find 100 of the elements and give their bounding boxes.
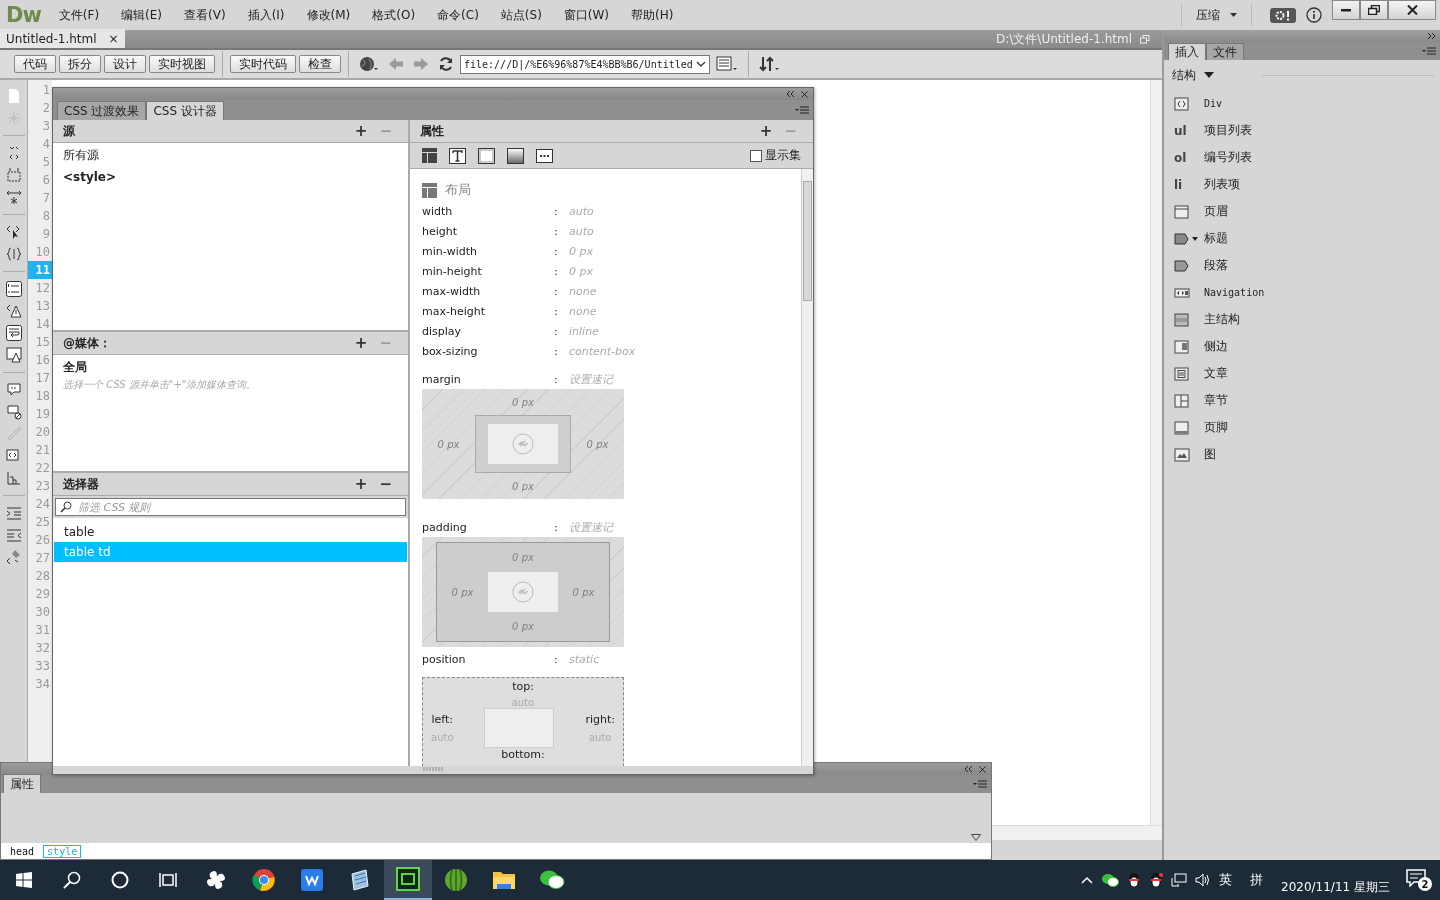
insert-item[interactable]: 页脚: [1164, 414, 1440, 441]
minimize-button[interactable]: [1332, 0, 1360, 20]
menu-item[interactable]: 编辑(E): [121, 6, 163, 24]
star-icon[interactable]: [5, 110, 22, 126]
add-button[interactable]: +: [348, 477, 374, 491]
add-button[interactable]: +: [753, 124, 779, 138]
gear-alert-button[interactable]: [1270, 7, 1296, 23]
background-icon[interactable]: [507, 147, 524, 164]
expand-icon[interactable]: [5, 189, 22, 205]
notepad-icon[interactable]: [348, 868, 372, 892]
folder-icon[interactable]: [492, 869, 516, 891]
menu-item[interactable]: 命令(C): [437, 6, 479, 24]
insert-item[interactable]: ul 项目列表: [1164, 117, 1440, 144]
penguin-icon[interactable]: [1149, 872, 1163, 888]
resize-grip-icon[interactable]: [423, 766, 443, 772]
chat-icon[interactable]: [539, 869, 565, 891]
comment-icon[interactable]: [5, 382, 22, 398]
more-icon[interactable]: [536, 148, 553, 163]
close-icon[interactable]: [801, 90, 808, 98]
pinwheel-icon[interactable]: [205, 869, 227, 891]
remove-comment-icon[interactable]: [5, 404, 22, 420]
network-icon[interactable]: [1171, 873, 1187, 887]
snippet-icon[interactable]: [5, 448, 22, 464]
view-button[interactable]: 设计: [104, 55, 146, 73]
view-button[interactable]: 拆分: [59, 55, 101, 73]
toolbar-button[interactable]: 实时代码: [230, 55, 296, 73]
menu-item[interactable]: 站点(S): [500, 6, 542, 24]
address-field[interactable]: file:///D|/%E6%96%87%E4%BB%B6/Untitled: [460, 54, 710, 74]
line-numbers-icon[interactable]: [5, 281, 22, 297]
category-dropdown[interactable]: 结构: [1172, 66, 1214, 84]
square-frame-icon[interactable]: [396, 867, 420, 891]
tag-selector-item[interactable]: head: [7, 845, 38, 857]
panel-tab[interactable]: 文件: [1206, 43, 1244, 60]
close-icon[interactable]: [979, 765, 986, 773]
border-icon[interactable]: [478, 147, 495, 164]
insert-item[interactable]: li 列表项: [1164, 171, 1440, 198]
source-item[interactable]: <style>: [63, 170, 398, 184]
panel-tab[interactable]: CSS 设计器: [146, 101, 224, 120]
add-button[interactable]: +: [348, 336, 374, 350]
collapse-icon[interactable]: [965, 766, 973, 772]
restore-icon[interactable]: [1140, 34, 1150, 44]
insert-item[interactable]: 段落: [1164, 252, 1440, 279]
chevron-up-icon[interactable]: [1081, 876, 1093, 884]
vertical-scrollbar[interactable]: [1150, 80, 1162, 825]
select-tag-icon[interactable]: [5, 224, 22, 240]
format-icon[interactable]: [5, 549, 22, 565]
source-item[interactable]: 所有源: [63, 147, 398, 164]
circle-icon[interactable]: [111, 871, 129, 889]
insert-item[interactable]: 标题: [1164, 225, 1440, 252]
view-button[interactable]: 实时视图: [149, 55, 215, 73]
collapse-icon[interactable]: [1428, 33, 1436, 39]
insert-item[interactable]: 文章: [1164, 360, 1440, 387]
insert-item[interactable]: 侧边: [1164, 333, 1440, 360]
info-button[interactable]: [1306, 7, 1322, 23]
chat-icon[interactable]: [1101, 872, 1119, 888]
insert-item[interactable]: 图: [1164, 441, 1440, 468]
braces-icon[interactable]: [5, 246, 22, 262]
selector-item[interactable]: table: [54, 522, 407, 542]
volume-icon[interactable]: [1195, 873, 1211, 887]
outdent-icon[interactable]: [5, 527, 22, 543]
preview-warning-icon[interactable]: [5, 347, 22, 363]
insert-item[interactable]: 主结构: [1164, 306, 1440, 333]
panel-tab[interactable]: 插入: [1168, 43, 1206, 60]
view-button[interactable]: 代码: [14, 55, 56, 73]
menu-item[interactable]: 修改(M): [306, 6, 351, 24]
checkbox-label[interactable]: 显示集: [765, 147, 801, 164]
input-mode[interactable]: 拼: [1250, 871, 1263, 889]
chart-tool-icon[interactable]: [5, 470, 22, 486]
text-icon[interactable]: [449, 147, 466, 164]
layout-icon[interactable]: [422, 148, 437, 163]
vertical-scrollbar[interactable]: [801, 169, 813, 766]
dashed-box-icon[interactable]: [5, 167, 22, 183]
document-tab[interactable]: Untitled-1.html ×: [0, 29, 125, 48]
menu-item[interactable]: 帮助(H): [631, 6, 674, 24]
task-view-icon[interactable]: [159, 872, 177, 888]
restore-button[interactable]: [1360, 0, 1388, 20]
remove-button[interactable]: −: [373, 477, 398, 491]
windows-start-icon[interactable]: [16, 872, 32, 888]
browser-icon[interactable]: [252, 868, 276, 892]
horizontal-scrollbar[interactable]: [992, 825, 1162, 840]
insert-item[interactable]: ol 编号列表: [1164, 144, 1440, 171]
panel-tab[interactable]: CSS 过渡效果: [57, 101, 147, 120]
panel-tab[interactable]: 属性: [3, 774, 41, 793]
media-item[interactable]: 全局: [63, 359, 398, 376]
insert-item[interactable]: Navigation: [1164, 279, 1440, 306]
penguin-icon[interactable]: [1127, 872, 1141, 888]
collapse-icon[interactable]: [787, 91, 795, 97]
word-wrap-icon[interactable]: [5, 325, 22, 341]
add-button[interactable]: +: [348, 124, 374, 138]
workspace-switcher[interactable]: 压缩: [1190, 6, 1243, 24]
warning-icon[interactable]: [5, 303, 22, 319]
input-language[interactable]: 英: [1219, 871, 1232, 889]
menu-item[interactable]: 查看(V): [184, 6, 226, 24]
menu-item[interactable]: 文件(F): [58, 6, 100, 24]
insert-item[interactable]: 页眉: [1164, 198, 1440, 225]
menu-item[interactable]: 窗口(W): [563, 6, 610, 24]
expand-arrow-icon[interactable]: [971, 834, 981, 841]
app-tile-icon[interactable]: [301, 869, 323, 891]
insert-item[interactable]: Div: [1164, 90, 1440, 117]
insert-item[interactable]: 章节: [1164, 387, 1440, 414]
